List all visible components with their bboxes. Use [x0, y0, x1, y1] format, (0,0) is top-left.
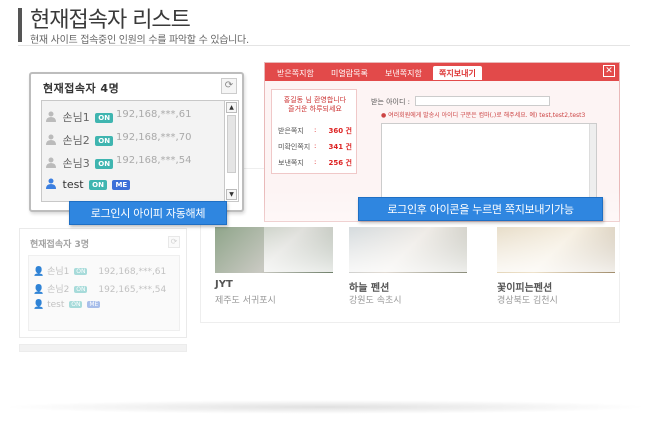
online-badge: ON	[69, 301, 83, 308]
scroll-down-icon[interactable]: ▼	[226, 189, 237, 200]
online-badge: ON	[89, 180, 107, 190]
stat-sent: 보낸쪽지 : 256 건	[278, 158, 352, 168]
stat-received: 받은쪽지 : 360 건	[278, 126, 352, 136]
callout-login-ip: 로그인시 아이피 자동해체	[69, 201, 227, 225]
page-subtitle: 현재 사이트 접속중인 인원의 수를 파악할 수 있습니다.	[30, 35, 249, 46]
list-item-me[interactable]: test ON ME	[46, 178, 224, 198]
pick-image	[215, 227, 333, 273]
stat-label: 미확인쪽지	[278, 143, 311, 151]
stat-value: 341 건	[328, 143, 353, 151]
message-tabs: 받은쪽지함 미열람목록 보낸쪽지함 쪽지보내기 ✕	[265, 63, 619, 81]
user-ip: 192,168,***,61	[116, 109, 192, 120]
welcome-line-1: 홍길동 님 환영합니다	[283, 96, 347, 104]
faded-user-panel: 현재접속자 3명 ⟳ 👤 손님1 ON 192,168,***,61 👤 손님2…	[19, 228, 187, 338]
refresh-icon[interactable]: ⟳	[221, 78, 237, 94]
user-ip: 192,165,***,54	[98, 285, 167, 295]
stat-colon: :	[314, 158, 317, 166]
user-ip: 192,168,***,70	[116, 132, 192, 143]
stat-colon: :	[314, 126, 317, 134]
user-name: 손님2	[47, 285, 70, 295]
pick-card-2[interactable]: 하늘 펜션 강원도 속초시	[349, 227, 467, 306]
pick-name: 꽃이피는펜션	[497, 283, 553, 294]
user-name: 손님3	[62, 157, 90, 170]
refresh-icon[interactable]: ⟳	[168, 236, 180, 248]
online-badge: ON	[95, 113, 114, 123]
me-badge: ME	[87, 301, 101, 308]
tab-send-message[interactable]: 쪽지보내기	[433, 66, 482, 80]
pick-name: 하늘 펜션	[349, 283, 390, 294]
scroll-up-icon[interactable]: ▲	[226, 102, 237, 113]
list-item[interactable]: 손님2 ON 192,168,***,70	[46, 132, 224, 152]
list-item[interactable]: 👤 손님1 ON 192,168,***,61	[33, 264, 166, 277]
page-title: 현재접속자 리스트	[30, 8, 191, 33]
tab-inbox[interactable]: 받은쪽지함	[271, 66, 320, 80]
header-divider	[18, 45, 630, 46]
user-name: 손님1	[62, 111, 90, 124]
user-icon	[46, 134, 56, 145]
online-badge: ON	[95, 136, 114, 146]
callout-message-hint: 로그인후 아이콘을 누르면 쪽지보내기가능	[358, 197, 603, 221]
tab-sent[interactable]: 보낸쪽지함	[379, 66, 428, 80]
close-icon[interactable]: ✕	[603, 65, 615, 77]
user-list: 손님1 ON 192,168,***,61 손님2 ON 192,168,***…	[41, 100, 239, 202]
user-icon: 👤	[33, 267, 45, 277]
stat-value: 360 건	[328, 127, 353, 135]
user-icon	[46, 157, 56, 168]
pick-location: 제주도 서귀포시	[215, 296, 276, 306]
list-item[interactable]: 손님1 ON 192,168,***,61	[46, 109, 224, 129]
message-stats: 홍길동 님 환영합니다 즐거운 하루되세요 받은쪽지 : 360 건 미확인쪽지…	[271, 89, 357, 174]
list-scrollbar[interactable]: ▲ ▼	[224, 101, 238, 201]
user-name: test	[47, 300, 65, 310]
faded-panel-title: 현재접속자 3명	[30, 240, 90, 250]
welcome-line-2: 즐거운 하루되세요	[288, 105, 342, 113]
footer-shadow	[0, 400, 650, 414]
pick-location: 강원도 속초시	[349, 296, 402, 306]
user-ip: 192,168,***,61	[98, 267, 167, 277]
faded-user-list: 👤 손님1 ON 192,168,***,61 👤 손님2 ON 192,165…	[28, 255, 180, 331]
stat-label: 받은쪽지	[278, 127, 304, 135]
receiver-label: 받는 아이디 :	[371, 98, 411, 106]
pick-name: JYT	[215, 279, 233, 290]
receiver-note: ● 여러회원에게 발송시 아이디 구분은 컴마(,)로 해주세요. 예) tes…	[381, 112, 586, 119]
online-badge: ON	[74, 268, 88, 275]
user-icon	[46, 111, 56, 122]
welcome-text: 홍길동 님 환영합니다 즐거운 하루되세요	[276, 96, 354, 114]
pick-card-3[interactable]: 꽃이피는펜션 경상북도 김천시	[497, 227, 615, 306]
current-users-panel: 현재접속자 4명 ⟳ 손님1 ON 192,168,***,61 손님2 ON …	[29, 72, 244, 212]
online-badge: ON	[74, 286, 88, 293]
pick-image	[497, 227, 615, 273]
stat-label: 보낸쪽지	[278, 159, 304, 167]
user-icon	[46, 178, 56, 189]
list-item[interactable]: 손님3 ON 192,168,***,54	[46, 155, 224, 175]
user-icon: 👤	[33, 300, 45, 310]
tab-unread[interactable]: 미열람목록	[325, 66, 374, 80]
panel-title: 현재접속자 4명	[43, 82, 120, 95]
receiver-input[interactable]	[415, 96, 550, 106]
title-accent-bar	[18, 8, 22, 42]
user-name: test	[62, 178, 84, 191]
stat-colon: :	[314, 142, 317, 150]
stat-unread: 미확인쪽지 : 341 건	[278, 142, 352, 152]
scroll-thumb[interactable]	[227, 115, 236, 173]
pick-card-1[interactable]: JYT 제주도 서귀포시	[215, 227, 333, 306]
pick-location: 경상북도 김천시	[497, 296, 558, 306]
bottom-strip	[19, 344, 187, 352]
list-item[interactable]: 👤 손님2 ON 192,165,***,54	[33, 282, 166, 295]
online-badge: ON	[95, 159, 114, 169]
user-name: 손님1	[47, 267, 70, 277]
list-item[interactable]: 👤 test ON ME	[33, 300, 101, 310]
pick-image	[349, 227, 467, 273]
stat-value: 256 건	[328, 159, 353, 167]
user-icon: 👤	[33, 285, 45, 295]
user-ip: 192,168,***,54	[116, 155, 192, 166]
user-name: 손님2	[62, 134, 90, 147]
me-badge: ME	[112, 180, 131, 190]
